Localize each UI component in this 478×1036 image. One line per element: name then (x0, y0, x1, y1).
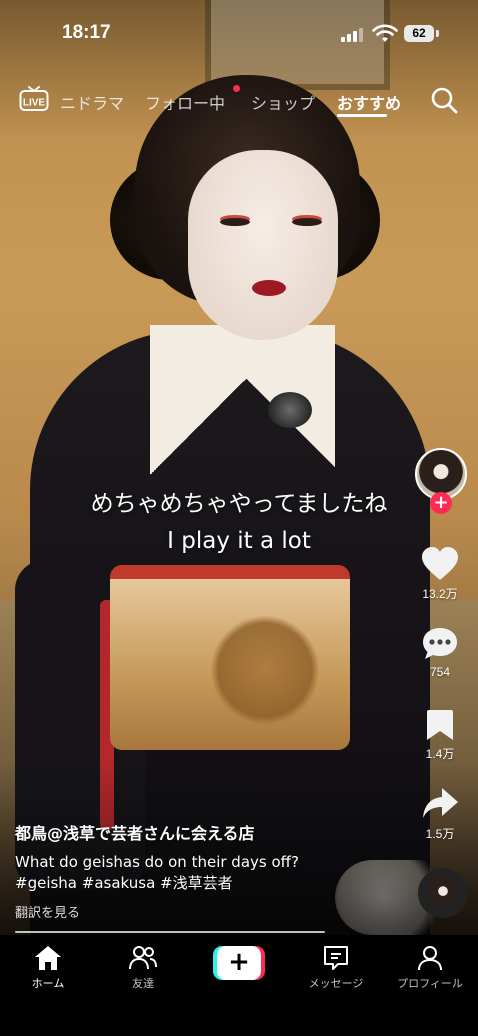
home-icon (35, 946, 61, 970)
heart-icon (422, 547, 458, 580)
description-text: What do geishas do on their days off? (15, 853, 299, 871)
bookmark-icon (427, 710, 453, 740)
active-tab-indicator (337, 114, 387, 117)
live-icon[interactable]: LIVE (19, 86, 49, 112)
tab-profile-label: プロフィール (397, 977, 463, 990)
subtitle-english: I play it a lot (167, 528, 311, 554)
live-label: LIVE (23, 98, 46, 109)
right-eye (292, 218, 322, 226)
cellular-signal-icon (341, 28, 363, 42)
wifi-icon (372, 24, 398, 42)
create-post-button[interactable]: + (213, 946, 265, 980)
video-player[interactable] (0, 0, 478, 935)
lips (252, 280, 286, 296)
tab-following[interactable]: フォロー中 (145, 90, 225, 114)
share-button[interactable]: 1.5万 (412, 786, 468, 842)
left-eye (220, 218, 250, 226)
like-button[interactable]: 13.2万 (412, 546, 468, 602)
tab-profile[interactable]: プロフィール (388, 945, 472, 991)
tab-messages-label: メッセージ (308, 977, 364, 990)
video-description: What do geishas do on their days off? #g… (15, 852, 395, 894)
lapel-microphone (268, 392, 312, 428)
tab-home-label: ホーム (31, 977, 65, 990)
battery-level: 62 (404, 25, 434, 42)
share-count: 1.5万 (425, 827, 455, 841)
new-content-dot (233, 85, 240, 92)
playback-progress[interactable] (15, 931, 325, 933)
tab-messages[interactable]: メッセージ (296, 945, 376, 991)
status-time: 18:17 (62, 22, 111, 43)
message-icon (324, 946, 348, 970)
comment-icon (423, 628, 457, 659)
tab-friends[interactable]: 友達 (115, 945, 171, 991)
friends-icon (129, 946, 157, 970)
tab-home[interactable]: ホーム (20, 945, 76, 991)
creator-name[interactable]: 都鳥@浅草で芸者さんに会える店 (15, 820, 395, 844)
translate-link[interactable]: 翻訳を見る (15, 902, 395, 921)
share-icon (423, 788, 458, 818)
save-count: 1.4万 (425, 747, 455, 761)
hashtags[interactable]: #geisha #asakusa #浅草芸者 (15, 873, 395, 894)
tab-shop[interactable]: ショップ (251, 90, 315, 114)
subtitle-japanese: めちゃめちゃやってましたね (90, 491, 388, 517)
save-button[interactable]: 1.4万 (412, 708, 468, 762)
tab-for-you[interactable]: おすすめ (337, 90, 401, 114)
profile-icon (418, 946, 442, 971)
tab-friends-label: 友達 (132, 977, 154, 990)
comment-count: 754 (429, 665, 451, 679)
search-icon[interactable] (430, 86, 458, 114)
status-bar: 18:17 62 (0, 0, 478, 70)
video-info: 都鳥@浅草で芸者さんに会える店 What do geishas do on th… (15, 820, 395, 921)
battery-icon (436, 30, 439, 37)
follow-plus-button[interactable]: + (430, 492, 452, 514)
plus-icon: + (217, 946, 261, 980)
top-navigation: LIVE ニドラマ フォロー中 ショップ おすすめ (0, 80, 478, 124)
comment-button[interactable]: 754 (412, 626, 468, 679)
tab-drama[interactable]: ニドラマ (60, 90, 124, 114)
obi-pattern (210, 615, 320, 725)
like-count: 13.2万 (422, 587, 458, 601)
music-disc[interactable] (418, 868, 468, 918)
face (188, 150, 338, 340)
